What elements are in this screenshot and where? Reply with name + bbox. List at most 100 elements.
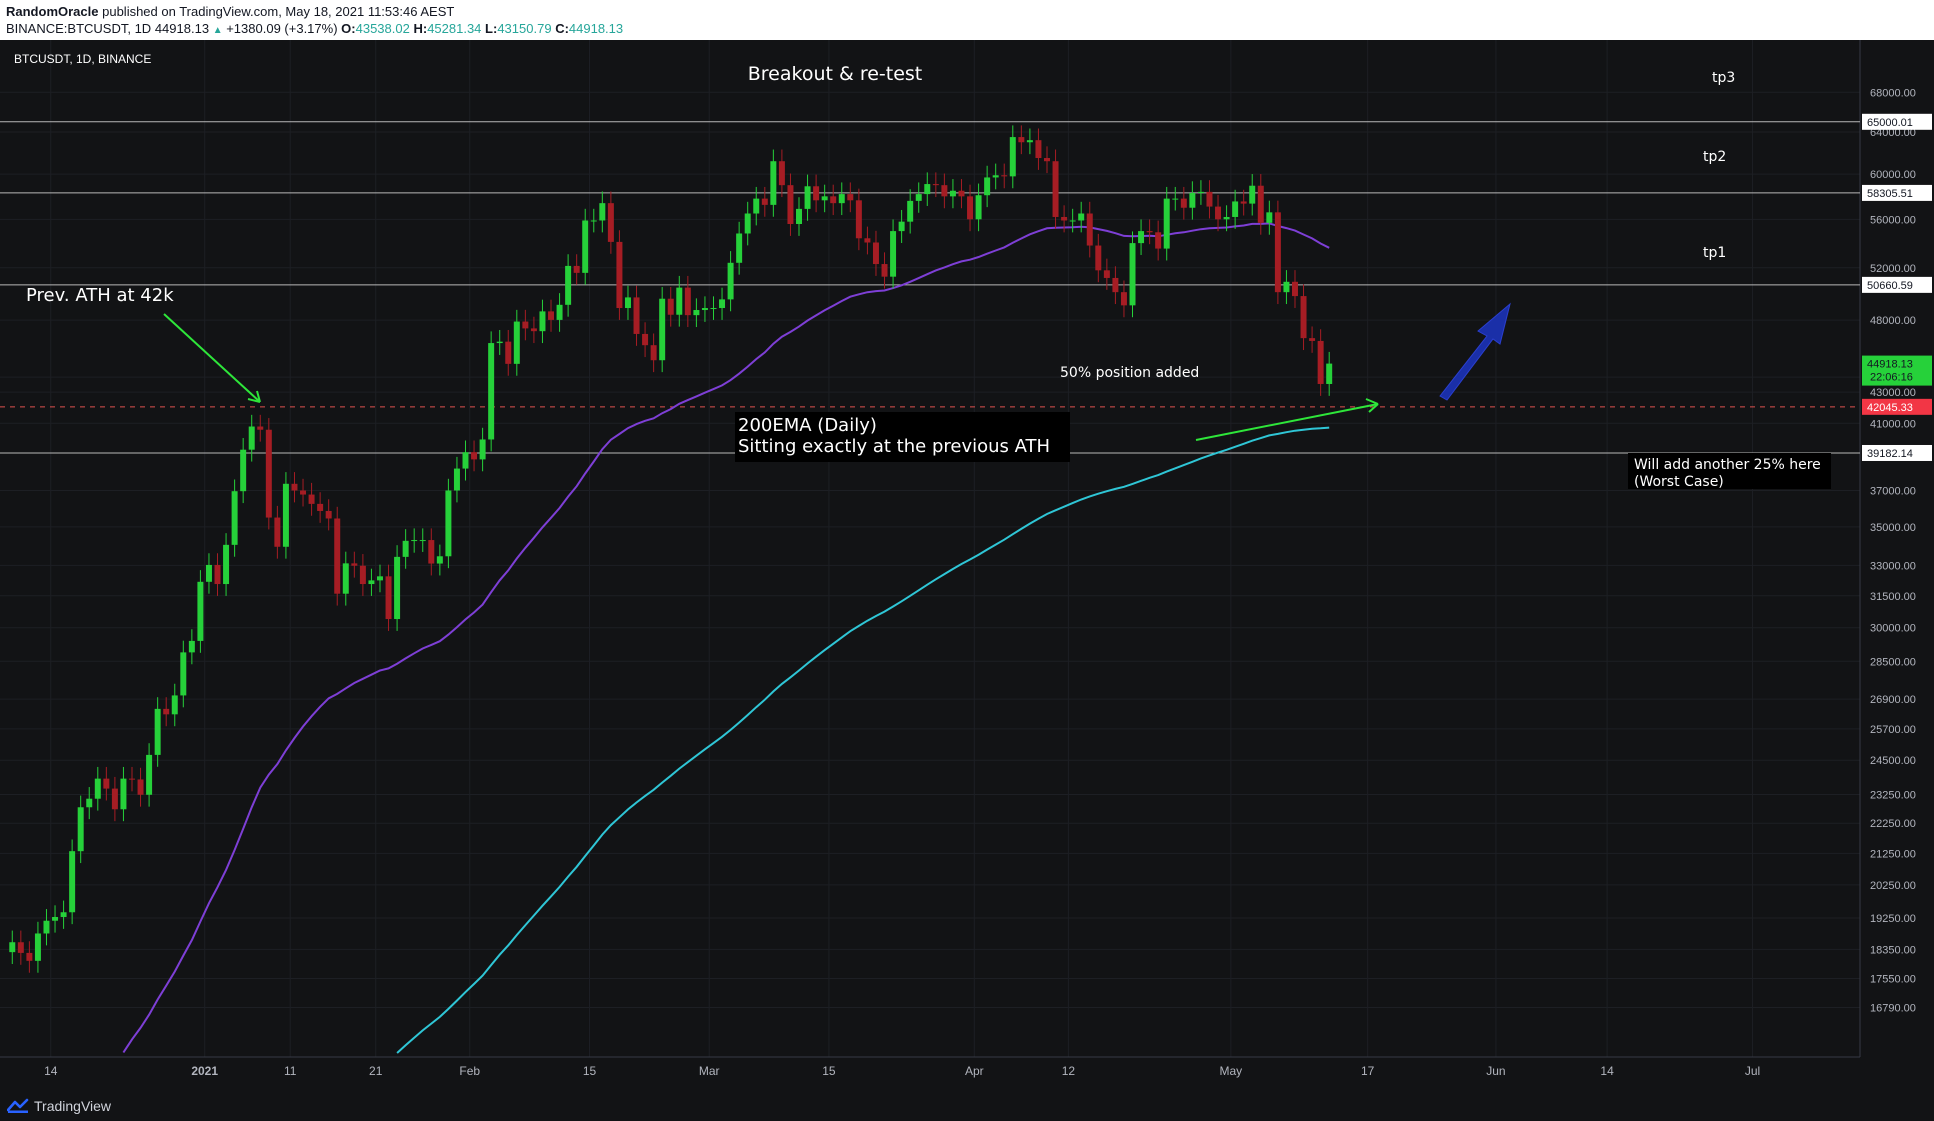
candle-body	[111, 788, 118, 810]
candle[interactable]	[334, 506, 341, 606]
candle[interactable]	[1274, 200, 1281, 305]
price-tick-label: 21250.00	[1870, 848, 1916, 860]
candle-body	[129, 778, 135, 780]
candle-body	[1120, 292, 1127, 306]
open-value: 43538.02	[355, 21, 410, 36]
candle-body	[573, 265, 580, 273]
candle-body	[676, 287, 683, 315]
candle-body	[539, 311, 546, 332]
tradingview-logo-icon[interactable]	[7, 1098, 29, 1114]
candle-body	[1052, 161, 1059, 217]
candle-body	[188, 640, 195, 653]
candle-body	[411, 540, 418, 542]
candle[interactable]	[488, 331, 495, 452]
price-chart[interactable]: 68000.00 64000.00 60000.00 56000.00 52000.00…	[0, 40, 1934, 1092]
candle-body	[419, 540, 426, 542]
candle-body	[1061, 216, 1068, 221]
annotation-sitting-at-ath[interactable]: Sitting exactly at the previous ATH	[738, 436, 1050, 457]
candle-body	[770, 161, 777, 205]
chart-canvas[interactable]: 68000.0064000.0060000.0056000.0052000.00…	[0, 40, 1934, 1092]
candle[interactable]	[616, 230, 623, 320]
symbol-label: BINANCE:BTCUSDT, 1D	[6, 21, 152, 36]
candle[interactable]	[69, 839, 76, 925]
candle-body	[744, 213, 751, 234]
price-tick-label: 41000.00	[1870, 418, 1916, 430]
candle-body	[1223, 216, 1230, 220]
candle-body	[274, 517, 281, 547]
candle-body	[821, 196, 828, 201]
candle[interactable]	[1129, 231, 1136, 318]
candle-body	[505, 341, 512, 364]
low-value: 43150.79	[497, 21, 552, 36]
candle-body	[1112, 277, 1119, 293]
candle-body	[240, 449, 247, 492]
candle-body	[719, 299, 726, 309]
candle-body	[864, 238, 871, 243]
candle-body	[1206, 191, 1213, 207]
candle-body	[1026, 140, 1033, 143]
candle-body	[633, 297, 640, 334]
candle-body	[137, 779, 144, 795]
time-tick-label: 14	[44, 1064, 58, 1078]
price-tick-label: 17550.00	[1870, 973, 1916, 985]
candle[interactable]	[445, 478, 452, 569]
annotation-tp1[interactable]: tp1	[1703, 245, 1726, 261]
annotation-position-added[interactable]: 50% position added	[1060, 365, 1199, 381]
price-tick-label: 48000.00	[1870, 315, 1916, 327]
candle-body	[796, 208, 802, 225]
time-tick-label: 2021	[191, 1064, 218, 1078]
annotation-tp3[interactable]: tp3	[1712, 70, 1735, 86]
candle-body	[1155, 232, 1162, 249]
candle-body	[325, 510, 332, 519]
annotation-tp2[interactable]: tp2	[1703, 149, 1726, 165]
candle-body	[282, 483, 289, 547]
price-tick-label: 28500.00	[1870, 656, 1916, 668]
candle-body	[1044, 158, 1050, 162]
candle-body	[975, 195, 982, 220]
candle[interactable]	[1052, 149, 1059, 229]
annotation-worst-case[interactable]: (Worst Case)	[1634, 474, 1724, 490]
candle-body	[300, 490, 307, 495]
candle-body	[462, 452, 469, 469]
candle-body	[9, 942, 16, 953]
candle[interactable]	[265, 418, 272, 530]
author-name[interactable]: RandomOracle	[6, 4, 98, 19]
candle[interactable]	[197, 570, 204, 653]
annotation-prev-ath[interactable]: Prev. ATH at 42k	[26, 285, 174, 306]
candle-body	[171, 695, 178, 715]
candle-body	[530, 328, 537, 332]
annotation-breakout-retest[interactable]: Breakout & re-test	[748, 63, 923, 85]
candle-body	[1103, 270, 1110, 278]
candle-body	[1069, 220, 1076, 222]
chart-symbol-title[interactable]: BTCUSDT, 1D, BINANCE	[14, 52, 151, 66]
price-tick-label: 60000.00	[1870, 169, 1916, 181]
annotation-200ema[interactable]: 200EMA (Daily)	[738, 415, 877, 436]
price-tick-label: 24500.00	[1870, 755, 1916, 767]
candle-body	[1300, 296, 1307, 339]
candle-body	[1197, 191, 1204, 193]
candle-body	[180, 652, 187, 696]
candle-body	[1138, 231, 1145, 244]
publish-date: published on TradingView.com, May 18, 20…	[102, 4, 455, 19]
time-tick-label: 17	[1361, 1064, 1375, 1078]
candle-body	[479, 439, 486, 460]
candle-body	[334, 518, 341, 594]
candle-body	[1274, 212, 1281, 293]
candle[interactable]	[282, 472, 289, 559]
candle-body	[616, 241, 623, 309]
publish-header: RandomOracle published on TradingView.co…	[0, 0, 1934, 40]
candle-body	[1249, 185, 1256, 204]
candle[interactable]	[659, 287, 666, 373]
footer-bar: TradingView	[0, 1092, 1934, 1121]
candle-body	[1078, 213, 1085, 221]
candle-body	[1189, 192, 1196, 208]
price-tick-label: 37000.00	[1870, 485, 1916, 497]
annotation-add-25[interactable]: Will add another 25% here	[1634, 457, 1821, 473]
candle-body	[1095, 245, 1102, 271]
candle[interactable]	[394, 545, 401, 631]
candle-body	[496, 341, 503, 344]
low-label: L:	[485, 21, 498, 36]
candle-body	[77, 807, 84, 852]
brand-name[interactable]: TradingView	[34, 1098, 111, 1114]
level-price-label: 58305.51	[1867, 188, 1913, 200]
